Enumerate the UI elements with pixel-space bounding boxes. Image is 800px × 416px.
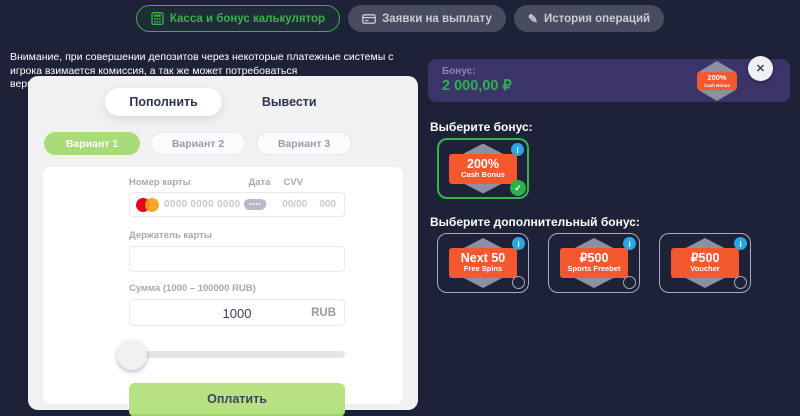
extra-bonus-row: Next 50 Free Spins i ₽500 Sports Freebet… <box>437 233 751 293</box>
bonus-title: 200% <box>449 157 517 171</box>
card-cvv-label: CVV <box>283 177 303 188</box>
cashier-page: Касса и бонус калькулятор Заявки на выпл… <box>0 0 800 416</box>
check-icon: ✓ <box>510 180 526 196</box>
slider-track[interactable] <box>129 351 345 358</box>
amount-label: Сумма (1000 – 100000 RUB) <box>129 283 345 294</box>
tab-withdraw[interactable]: Вывести <box>238 88 341 116</box>
tab-label: Касса и бонус калькулятор <box>170 13 325 25</box>
bonus-title: ₽500 <box>671 251 739 265</box>
bonus-card-cash-bonus[interactable]: 200% Cash Bonus i ✓ <box>437 138 529 199</box>
bonus-ribbon: Next 50 Free Spins <box>449 248 517 278</box>
tab-operations-history[interactable]: ✎ История операций <box>514 5 664 32</box>
badge-title: 200% <box>697 74 737 83</box>
info-icon[interactable]: i <box>512 237 525 250</box>
pencil-icon: ✎ <box>528 13 538 25</box>
amount-slider <box>129 340 345 370</box>
close-icon[interactable]: ✕ <box>748 56 773 81</box>
choose-extra-bonus-heading: Выберите дополнительный бонус: <box>430 215 640 229</box>
card-holder-input[interactable] <box>129 246 345 272</box>
bonus-badge-ribbon: 200% Cash Bonus <box>697 72 737 90</box>
bonus-banner-label: Бонус: <box>442 66 476 77</box>
bonus-subtitle: Voucher <box>671 265 739 274</box>
bonus-ribbon: ₽500 Sports Freebet <box>560 248 628 278</box>
bonus-title: Next 50 <box>449 251 517 265</box>
bonus-subtitle: Sports Freebet <box>560 265 628 274</box>
bonus-ribbon: ₽500 Voucher <box>671 248 739 278</box>
info-icon[interactable]: i <box>734 237 747 250</box>
tab-variant-2[interactable]: Вариант 2 <box>150 132 246 155</box>
info-icon[interactable]: i <box>511 143 524 156</box>
pay-button[interactable]: Оплатить <box>129 383 345 416</box>
calculator-icon <box>151 12 164 25</box>
top-tab-bar: Касса и бонус калькулятор Заявки на выпл… <box>0 5 800 32</box>
card-number-label: Номер карты <box>129 177 248 188</box>
tab-deposit[interactable]: Пополнить <box>105 88 221 116</box>
tab-variant-1[interactable]: Вариант 1 <box>44 132 140 155</box>
card-labels-row: Номер карты Дата CVV <box>129 177 345 188</box>
bonus-card-free-spins[interactable]: Next 50 Free Spins i <box>437 233 529 293</box>
mode-tab-bar: Пополнить Вывести <box>28 76 418 116</box>
variant-tab-bar: Вариант 1 Вариант 2 Вариант 3 <box>44 132 418 155</box>
radio-unchecked-icon[interactable] <box>512 276 525 289</box>
bonus-card-voucher[interactable]: ₽500 Voucher i <box>659 233 751 293</box>
deposit-form-content: Номер карты Дата CVV 0000 0000 0000 0000… <box>129 177 345 416</box>
bonus-subtitle: Free Spins <box>449 265 517 274</box>
badge-subtitle: Cash Bonus <box>697 83 737 88</box>
amount-field[interactable]: 1000 RUB <box>129 299 345 326</box>
bonus-subtitle: Cash Bonus <box>449 171 517 180</box>
bonus-amount: 2 000,00 ₽ <box>442 78 512 94</box>
card-date-label: Дата <box>248 177 270 188</box>
payout-card-icon <box>362 13 376 25</box>
radio-unchecked-icon[interactable] <box>734 276 747 289</box>
choose-bonus-heading: Выберите бонус: <box>430 120 533 134</box>
card-date-placeholder[interactable]: 00/00 <box>282 199 307 210</box>
card-cvv-placeholder[interactable]: 000 <box>319 199 336 210</box>
tab-label: История операций <box>544 13 650 25</box>
cashier-panel: Пополнить Вывести Вариант 1 Вариант 2 Ва… <box>28 76 418 410</box>
slider-knob[interactable] <box>117 340 147 370</box>
tab-cashier-calculator[interactable]: Касса и бонус калькулятор <box>136 5 340 32</box>
card-number-field[interactable]: 0000 0000 0000 0000 •••• 00/00 000 <box>129 192 345 217</box>
card-dots-pill: •••• <box>244 199 266 210</box>
bonus-banner-badge: 200% Cash Bonus <box>690 61 744 101</box>
amount-currency: RUB <box>311 307 336 319</box>
tab-variant-3[interactable]: Вариант 3 <box>256 132 352 155</box>
tab-label: Заявки на выплату <box>382 13 492 25</box>
radio-unchecked-icon[interactable] <box>623 276 636 289</box>
bonus-ribbon: 200% Cash Bonus <box>449 154 517 184</box>
card-holder-label: Держатель карты <box>129 230 345 241</box>
tab-payout-requests[interactable]: Заявки на выплату <box>348 5 506 32</box>
bonus-card-sports-freebet[interactable]: ₽500 Sports Freebet i <box>548 233 640 293</box>
mastercard-icon <box>136 198 159 212</box>
bonus-title: ₽500 <box>560 251 628 265</box>
bonus-banner: Бонус: 2 000,00 ₽ 200% Cash Bonus ✕ <box>428 59 790 102</box>
info-icon[interactable]: i <box>623 237 636 250</box>
deposit-form: Номер карты Дата CVV 0000 0000 0000 0000… <box>42 166 404 405</box>
